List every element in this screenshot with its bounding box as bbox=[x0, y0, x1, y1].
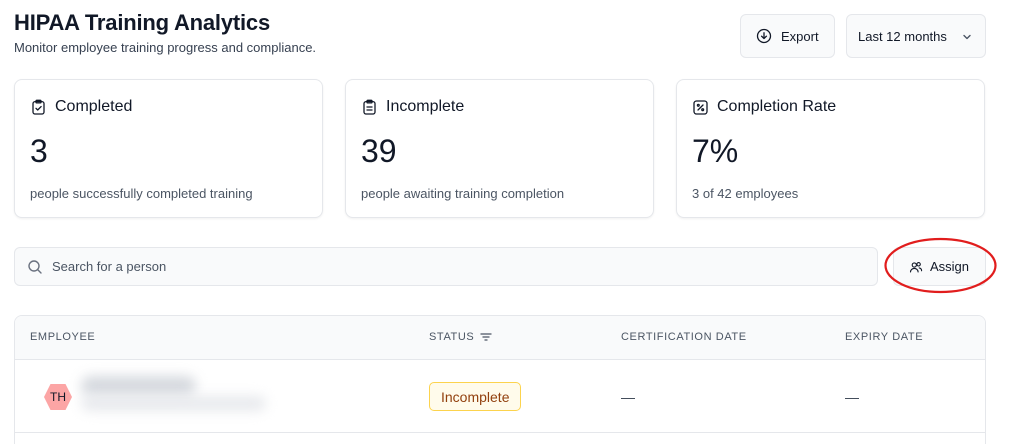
chevron-down-icon bbox=[961, 31, 973, 43]
search-bar bbox=[14, 247, 878, 286]
stat-value: 7% bbox=[692, 133, 739, 169]
stat-title: Completion Rate bbox=[717, 98, 837, 115]
users-icon bbox=[909, 260, 923, 274]
column-header-status[interactable]: STATUS bbox=[429, 331, 493, 343]
stat-card-completed: Completed 3 people successfully complete… bbox=[14, 79, 323, 218]
redacted-employee-name bbox=[81, 376, 271, 416]
stats-cards: Completed 3 people successfully complete… bbox=[14, 79, 986, 218]
percent-square-icon bbox=[692, 99, 709, 116]
employee-table: EMPLOYEE STATUS CERTIFICATION DATE EXPIR… bbox=[14, 315, 986, 444]
page-subtitle: Monitor employee training progress and c… bbox=[14, 40, 317, 55]
stat-card-incomplete: Incomplete 39 people awaiting training c… bbox=[345, 79, 654, 218]
status-badge: Incomplete bbox=[429, 382, 522, 411]
assign-label: Assign bbox=[930, 259, 970, 274]
expiry-date: — bbox=[845, 389, 859, 405]
date-range-value: Last 12 months bbox=[858, 28, 947, 44]
table-row[interactable]: TH Incomplete — — bbox=[15, 360, 985, 433]
export-button[interactable]: Export bbox=[740, 14, 835, 58]
page-title: HIPAA Training Analytics bbox=[14, 10, 270, 35]
export-label: Export bbox=[781, 28, 819, 44]
download-icon bbox=[756, 28, 772, 44]
stat-caption: people successfully completed training bbox=[30, 186, 253, 201]
avatar: TH bbox=[43, 383, 73, 411]
search-input[interactable] bbox=[52, 259, 832, 274]
column-header-employee: EMPLOYEE bbox=[30, 331, 96, 343]
table-header: EMPLOYEE STATUS CERTIFICATION DATE EXPIR… bbox=[15, 316, 985, 360]
stat-caption: 3 of 42 employees bbox=[692, 186, 799, 201]
stat-title: Incomplete bbox=[386, 98, 465, 115]
stat-value: 3 bbox=[30, 133, 48, 169]
search-icon bbox=[27, 259, 43, 275]
clipboard-list-icon bbox=[361, 99, 378, 116]
stat-value: 39 bbox=[361, 133, 397, 169]
clipboard-check-icon bbox=[30, 99, 47, 116]
date-range-select[interactable]: Last 12 months bbox=[846, 14, 986, 58]
assign-button[interactable]: Assign bbox=[893, 247, 986, 286]
column-header-certification-date: CERTIFICATION DATE bbox=[621, 331, 747, 343]
column-header-expiry-date: EXPIRY DATE bbox=[845, 331, 924, 343]
stat-card-completion-rate: Completion Rate 7% 3 of 42 employees bbox=[676, 79, 985, 218]
page-header: HIPAA Training Analytics Monitor employe… bbox=[14, 10, 986, 60]
stat-caption: people awaiting training completion bbox=[361, 186, 565, 201]
avatar-initials: TH bbox=[50, 390, 66, 404]
certification-date: — bbox=[621, 389, 635, 405]
stat-title: Completed bbox=[55, 98, 133, 115]
filter-icon[interactable] bbox=[480, 332, 493, 342]
